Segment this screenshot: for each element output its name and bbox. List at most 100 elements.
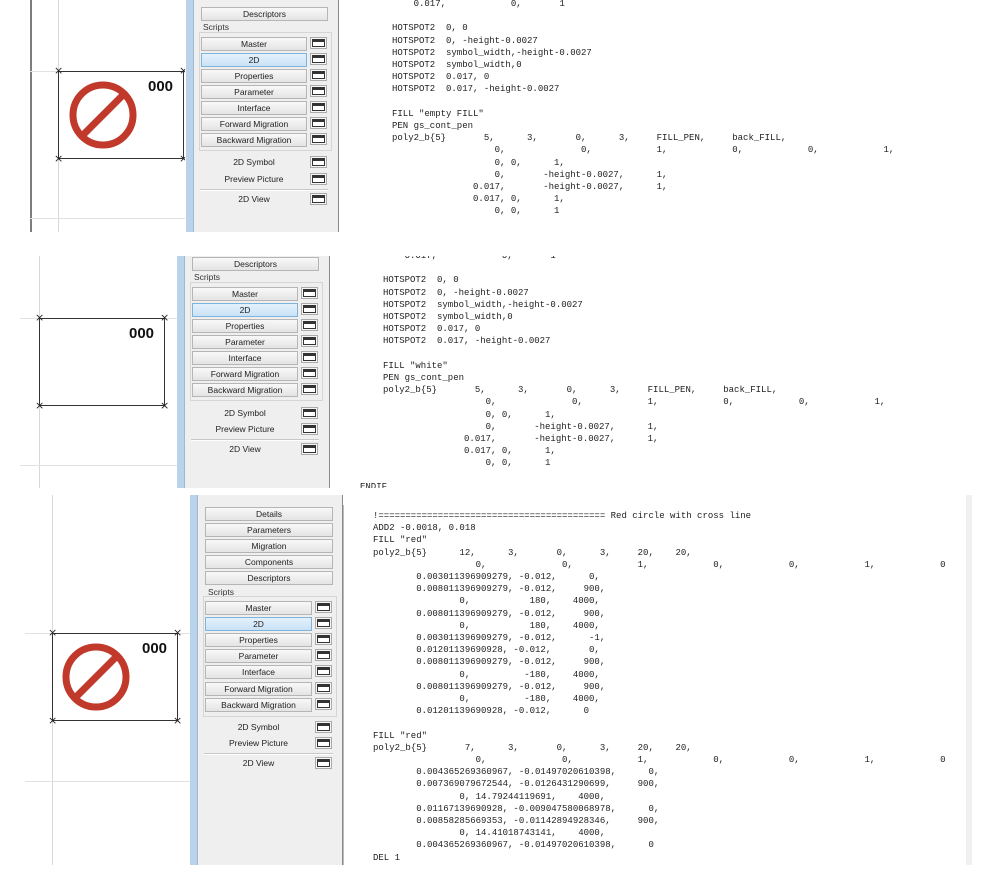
editor-scroll-gutter[interactable] bbox=[966, 495, 972, 865]
window-icon[interactable] bbox=[310, 101, 327, 113]
script-button-properties[interactable]: Properties bbox=[192, 319, 298, 333]
script-button-2d[interactable]: 2D bbox=[201, 53, 307, 67]
preview-picture-item[interactable]: Preview Picture bbox=[201, 174, 307, 184]
window-icon[interactable] bbox=[315, 617, 332, 629]
window-icon[interactable] bbox=[315, 698, 332, 710]
hotspot-marker[interactable]: × bbox=[179, 153, 185, 164]
preview-picture-item[interactable]: Preview Picture bbox=[205, 738, 312, 748]
drawing-canvas-3[interactable]: × × × × 000 bbox=[25, 495, 190, 865]
hotspot-marker[interactable]: × bbox=[54, 65, 63, 76]
components-button[interactable]: Components bbox=[205, 555, 333, 569]
code-line: HOTSPOT2 symbol_width,0 bbox=[392, 60, 522, 71]
code-line: 0, 0, 1 bbox=[494, 206, 560, 217]
window-icon[interactable] bbox=[315, 721, 332, 733]
code-line: HOTSPOT2 symbol_width,-height-0.0027 bbox=[392, 47, 592, 58]
code-line: PEN gs_cont_pen bbox=[383, 373, 465, 384]
code-line: 0.003011396909279, -0.012, 0, bbox=[416, 572, 600, 583]
window-icon[interactable] bbox=[315, 633, 332, 645]
script-editor-3[interactable]: !=======================================… bbox=[373, 510, 946, 864]
drawing-canvas-2[interactable]: × × × × 000 bbox=[20, 256, 177, 488]
script-editor-2[interactable]: 0.017, 0, 1 HOTSPOT2 0, 0 HOTSPOT2 0, -h… bbox=[383, 256, 885, 470]
window-icon[interactable] bbox=[310, 133, 327, 145]
script-button-forward-migration[interactable]: Forward Migration bbox=[205, 682, 312, 696]
details-button[interactable]: Details bbox=[205, 507, 333, 521]
window-icon[interactable] bbox=[315, 649, 332, 661]
hotspot-marker[interactable]: × bbox=[173, 627, 182, 638]
descriptors-button[interactable]: Descriptors bbox=[205, 571, 333, 585]
code-line: 0.017, 0, 1 bbox=[413, 0, 565, 9]
window-icon[interactable] bbox=[315, 757, 332, 769]
window-icon[interactable] bbox=[310, 117, 327, 129]
preview-picture-item[interactable]: Preview Picture bbox=[192, 424, 298, 434]
window-icon[interactable] bbox=[301, 383, 318, 395]
script-button-2d[interactable]: 2D bbox=[205, 617, 312, 631]
window-icon[interactable] bbox=[315, 601, 332, 613]
descriptors-button[interactable]: Descriptors bbox=[201, 7, 328, 21]
window-icon[interactable] bbox=[301, 367, 318, 379]
2d-symbol-item[interactable]: 2D Symbol bbox=[192, 408, 298, 418]
script-button-master[interactable]: Master bbox=[205, 601, 312, 615]
script-button-master[interactable]: Master bbox=[192, 287, 298, 301]
window-icon[interactable] bbox=[310, 69, 327, 81]
script-button-forward-migration[interactable]: Forward Migration bbox=[201, 117, 307, 131]
hotspot-marker[interactable]: × bbox=[35, 400, 44, 411]
script-button-properties[interactable]: Properties bbox=[205, 633, 312, 647]
window-icon[interactable] bbox=[315, 682, 332, 694]
hotspot-marker[interactable]: × bbox=[160, 312, 169, 323]
hotspot-marker[interactable]: × bbox=[54, 153, 63, 164]
script-button-interface[interactable]: Interface bbox=[201, 101, 307, 115]
script-button-backward-migration[interactable]: Backward Migration bbox=[205, 698, 312, 712]
hotspot-marker[interactable]: × bbox=[35, 312, 44, 323]
script-button-interface[interactable]: Interface bbox=[192, 351, 298, 365]
code-line: HOTSPOT2 symbol_width,0 bbox=[383, 312, 513, 323]
code-line: FILL "empty FILL" bbox=[392, 108, 484, 119]
symbol-code-label: 000 bbox=[129, 325, 155, 342]
script-button-interface[interactable]: Interface bbox=[205, 665, 312, 679]
window-icon[interactable] bbox=[315, 665, 332, 677]
code-line: HOTSPOT2 0.017, 0 bbox=[383, 324, 481, 335]
2d-view-item[interactable]: 2D View bbox=[201, 194, 307, 204]
window-icon[interactable] bbox=[310, 53, 327, 65]
2d-view-item[interactable]: 2D View bbox=[192, 444, 298, 454]
script-button-parameter[interactable]: Parameter bbox=[201, 85, 307, 99]
parameters-button[interactable]: Parameters bbox=[205, 523, 333, 537]
script-button-backward-migration[interactable]: Backward Migration bbox=[201, 133, 307, 147]
hotspot-marker[interactable]: × bbox=[160, 400, 169, 411]
script-button-forward-migration[interactable]: Forward Migration bbox=[192, 367, 298, 381]
window-icon[interactable] bbox=[310, 37, 327, 49]
window-icon[interactable] bbox=[310, 156, 327, 168]
window-icon[interactable] bbox=[310, 85, 327, 97]
2d-symbol-item[interactable]: 2D Symbol bbox=[201, 157, 307, 167]
code-line: 0.017, -height-0.0027, 1, bbox=[473, 182, 668, 193]
window-icon[interactable] bbox=[301, 351, 318, 363]
editor-border bbox=[343, 505, 344, 865]
script-button-properties[interactable]: Properties bbox=[201, 69, 307, 83]
script-button-backward-migration[interactable]: Backward Migration bbox=[192, 383, 298, 397]
window-icon[interactable] bbox=[301, 423, 318, 435]
drawing-canvas-1[interactable]: × × × × 000 bbox=[30, 0, 185, 232]
window-icon[interactable] bbox=[301, 443, 318, 455]
migration-button[interactable]: Migration bbox=[205, 539, 333, 553]
hotspot-marker[interactable]: × bbox=[48, 715, 57, 726]
script-button-master[interactable]: Master bbox=[201, 37, 307, 51]
window-icon[interactable] bbox=[310, 193, 327, 205]
sidebar-edge bbox=[177, 256, 185, 488]
hotspot-marker[interactable]: × bbox=[48, 627, 57, 638]
hotspot-marker[interactable]: × bbox=[179, 65, 185, 76]
script-button-parameter[interactable]: Parameter bbox=[205, 649, 312, 663]
window-icon[interactable] bbox=[301, 303, 318, 315]
2d-view-item[interactable]: 2D View bbox=[205, 758, 312, 768]
window-icon[interactable] bbox=[310, 173, 327, 185]
script-editor-1[interactable]: 0.017, 0, 1 HOTSPOT2 0, 0 HOTSPOT2 0, -h… bbox=[392, 0, 894, 218]
2d-symbol-item[interactable]: 2D Symbol bbox=[205, 722, 312, 732]
descriptors-button[interactable]: Descriptors bbox=[192, 257, 319, 271]
script-button-parameter[interactable]: Parameter bbox=[192, 335, 298, 349]
grid-line bbox=[20, 465, 177, 466]
window-icon[interactable] bbox=[301, 407, 318, 419]
script-button-2d[interactable]: 2D bbox=[192, 303, 298, 317]
hotspot-marker[interactable]: × bbox=[173, 715, 182, 726]
window-icon[interactable] bbox=[301, 335, 318, 347]
window-icon[interactable] bbox=[301, 319, 318, 331]
window-icon[interactable] bbox=[301, 287, 318, 299]
window-icon[interactable] bbox=[315, 737, 332, 749]
